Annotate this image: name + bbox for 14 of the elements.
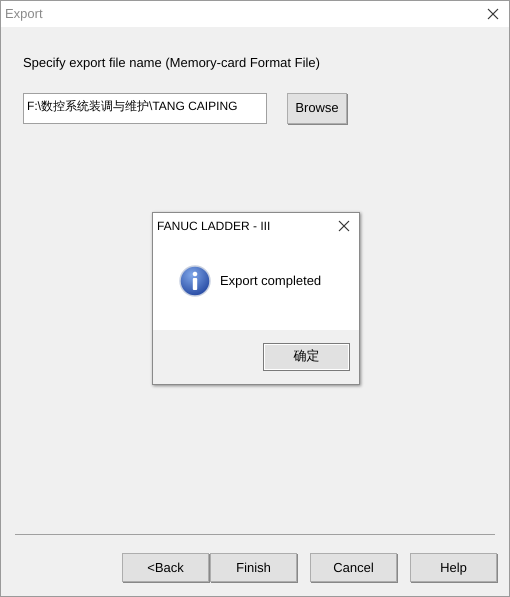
file-name-field[interactable]: F:\数控系统装调与维护\TANG CAIPING (23, 92, 267, 124)
dialog-button[interactable]: Finish (210, 553, 297, 582)
info-icon (179, 265, 211, 297)
dialog-button[interactable]: Help (410, 553, 497, 582)
dialog-button[interactable]: Cancel (310, 553, 397, 582)
message-box-title: FANUC LADDER - III (157, 218, 270, 234)
ok-button[interactable]: 确定 (263, 343, 350, 371)
message-text: Export completed (220, 272, 322, 290)
dialog-button[interactable]: <Back (122, 553, 209, 582)
window-title: Export (5, 5, 43, 24)
prompt-text: Specify export file name (Memory-card Format File) (23, 55, 320, 70)
close-icon[interactable] (487, 8, 499, 20)
browse-button[interactable]: Browse (287, 92, 347, 124)
close-icon[interactable] (338, 220, 350, 232)
